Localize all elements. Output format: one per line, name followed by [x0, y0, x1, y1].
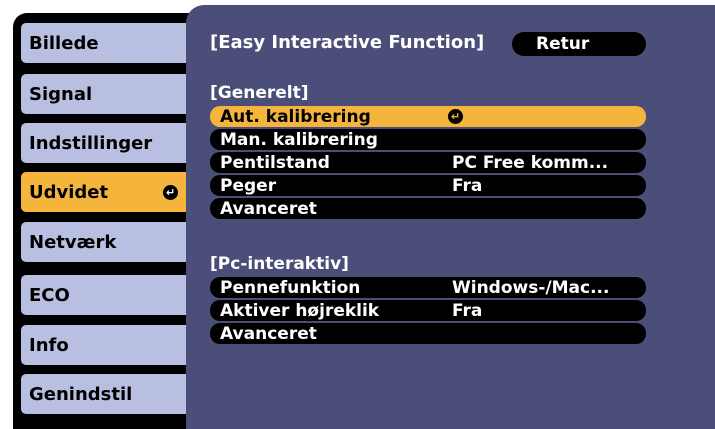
menu-row-man-kalibrering[interactable]: Man. kalibrering — [210, 129, 646, 150]
tab-label: Netværk — [29, 231, 117, 253]
menu-row-peger[interactable]: Peger Fra — [210, 175, 646, 196]
tab-indstillinger[interactable]: Indstillinger — [21, 123, 186, 163]
row-label: Avanceret — [220, 198, 317, 219]
tab-eco[interactable]: ECO — [21, 275, 186, 315]
header: [Easy Interactive Function] — [210, 29, 484, 55]
row-label: Man. kalibrering — [220, 129, 378, 150]
menu-sidebar: Billede Signal Indstillinger Udvidet ↵ N… — [13, 13, 190, 429]
tab-label: Info — [29, 334, 69, 356]
tab-label: Indstillinger — [29, 132, 153, 154]
return-label: Retur — [536, 34, 590, 54]
row-label: Peger — [220, 175, 277, 196]
row-label: Aktiver højreklik — [220, 300, 380, 321]
row-label: Aut. kalibrering — [220, 106, 371, 127]
page-title: [Easy Interactive Function] — [210, 31, 485, 53]
menu-row-aut-kalibrering[interactable]: Aut. kalibrering ↵ — [210, 106, 646, 127]
tab-udvidet[interactable]: Udvidet ↵ — [21, 172, 186, 212]
tab-info[interactable]: Info — [21, 325, 186, 365]
section-title-pc-interaktiv: [Pc-interaktiv] — [210, 254, 349, 274]
row-label: Avanceret — [220, 323, 317, 344]
tab-label: Signal — [29, 83, 93, 105]
tab-billede[interactable]: Billede — [21, 23, 186, 63]
enter-icon: ↵ — [448, 109, 463, 124]
row-value: PC Free komm... — [452, 152, 609, 173]
row-value: Windows-/Mac... — [452, 277, 610, 298]
row-label: Pentilstand — [220, 152, 330, 173]
enter-icon: ↵ — [163, 184, 178, 200]
menu-row-pentilstand[interactable]: Pentilstand PC Free komm... — [210, 152, 646, 173]
menu-row-aktiver-hojreklik[interactable]: Aktiver højreklik Fra — [210, 300, 646, 321]
tab-label: Billede — [29, 32, 99, 54]
menu-row-avanceret-pc[interactable]: Avanceret — [210, 323, 646, 344]
section-title-generelt: [Generelt] — [210, 83, 309, 103]
return-button[interactable]: Retur — [512, 32, 646, 56]
tab-signal[interactable]: Signal — [21, 74, 186, 114]
tab-label: Udvidet — [29, 181, 109, 203]
tab-label: ECO — [29, 284, 70, 306]
row-value: Fra — [452, 300, 483, 321]
menu-row-avanceret-generelt[interactable]: Avanceret — [210, 198, 646, 219]
tab-netvaerk[interactable]: Netværk — [21, 222, 186, 262]
menu-row-pennefunktion[interactable]: Pennefunktion Windows-/Mac... — [210, 277, 646, 298]
tab-genindstil[interactable]: Genindstil — [21, 374, 186, 414]
tab-label: Genindstil — [29, 383, 133, 405]
row-value: Fra — [452, 175, 483, 196]
menu-content-panel: [Easy Interactive Function] Retur [Gener… — [186, 5, 715, 429]
row-label: Pennefunktion — [220, 277, 361, 298]
